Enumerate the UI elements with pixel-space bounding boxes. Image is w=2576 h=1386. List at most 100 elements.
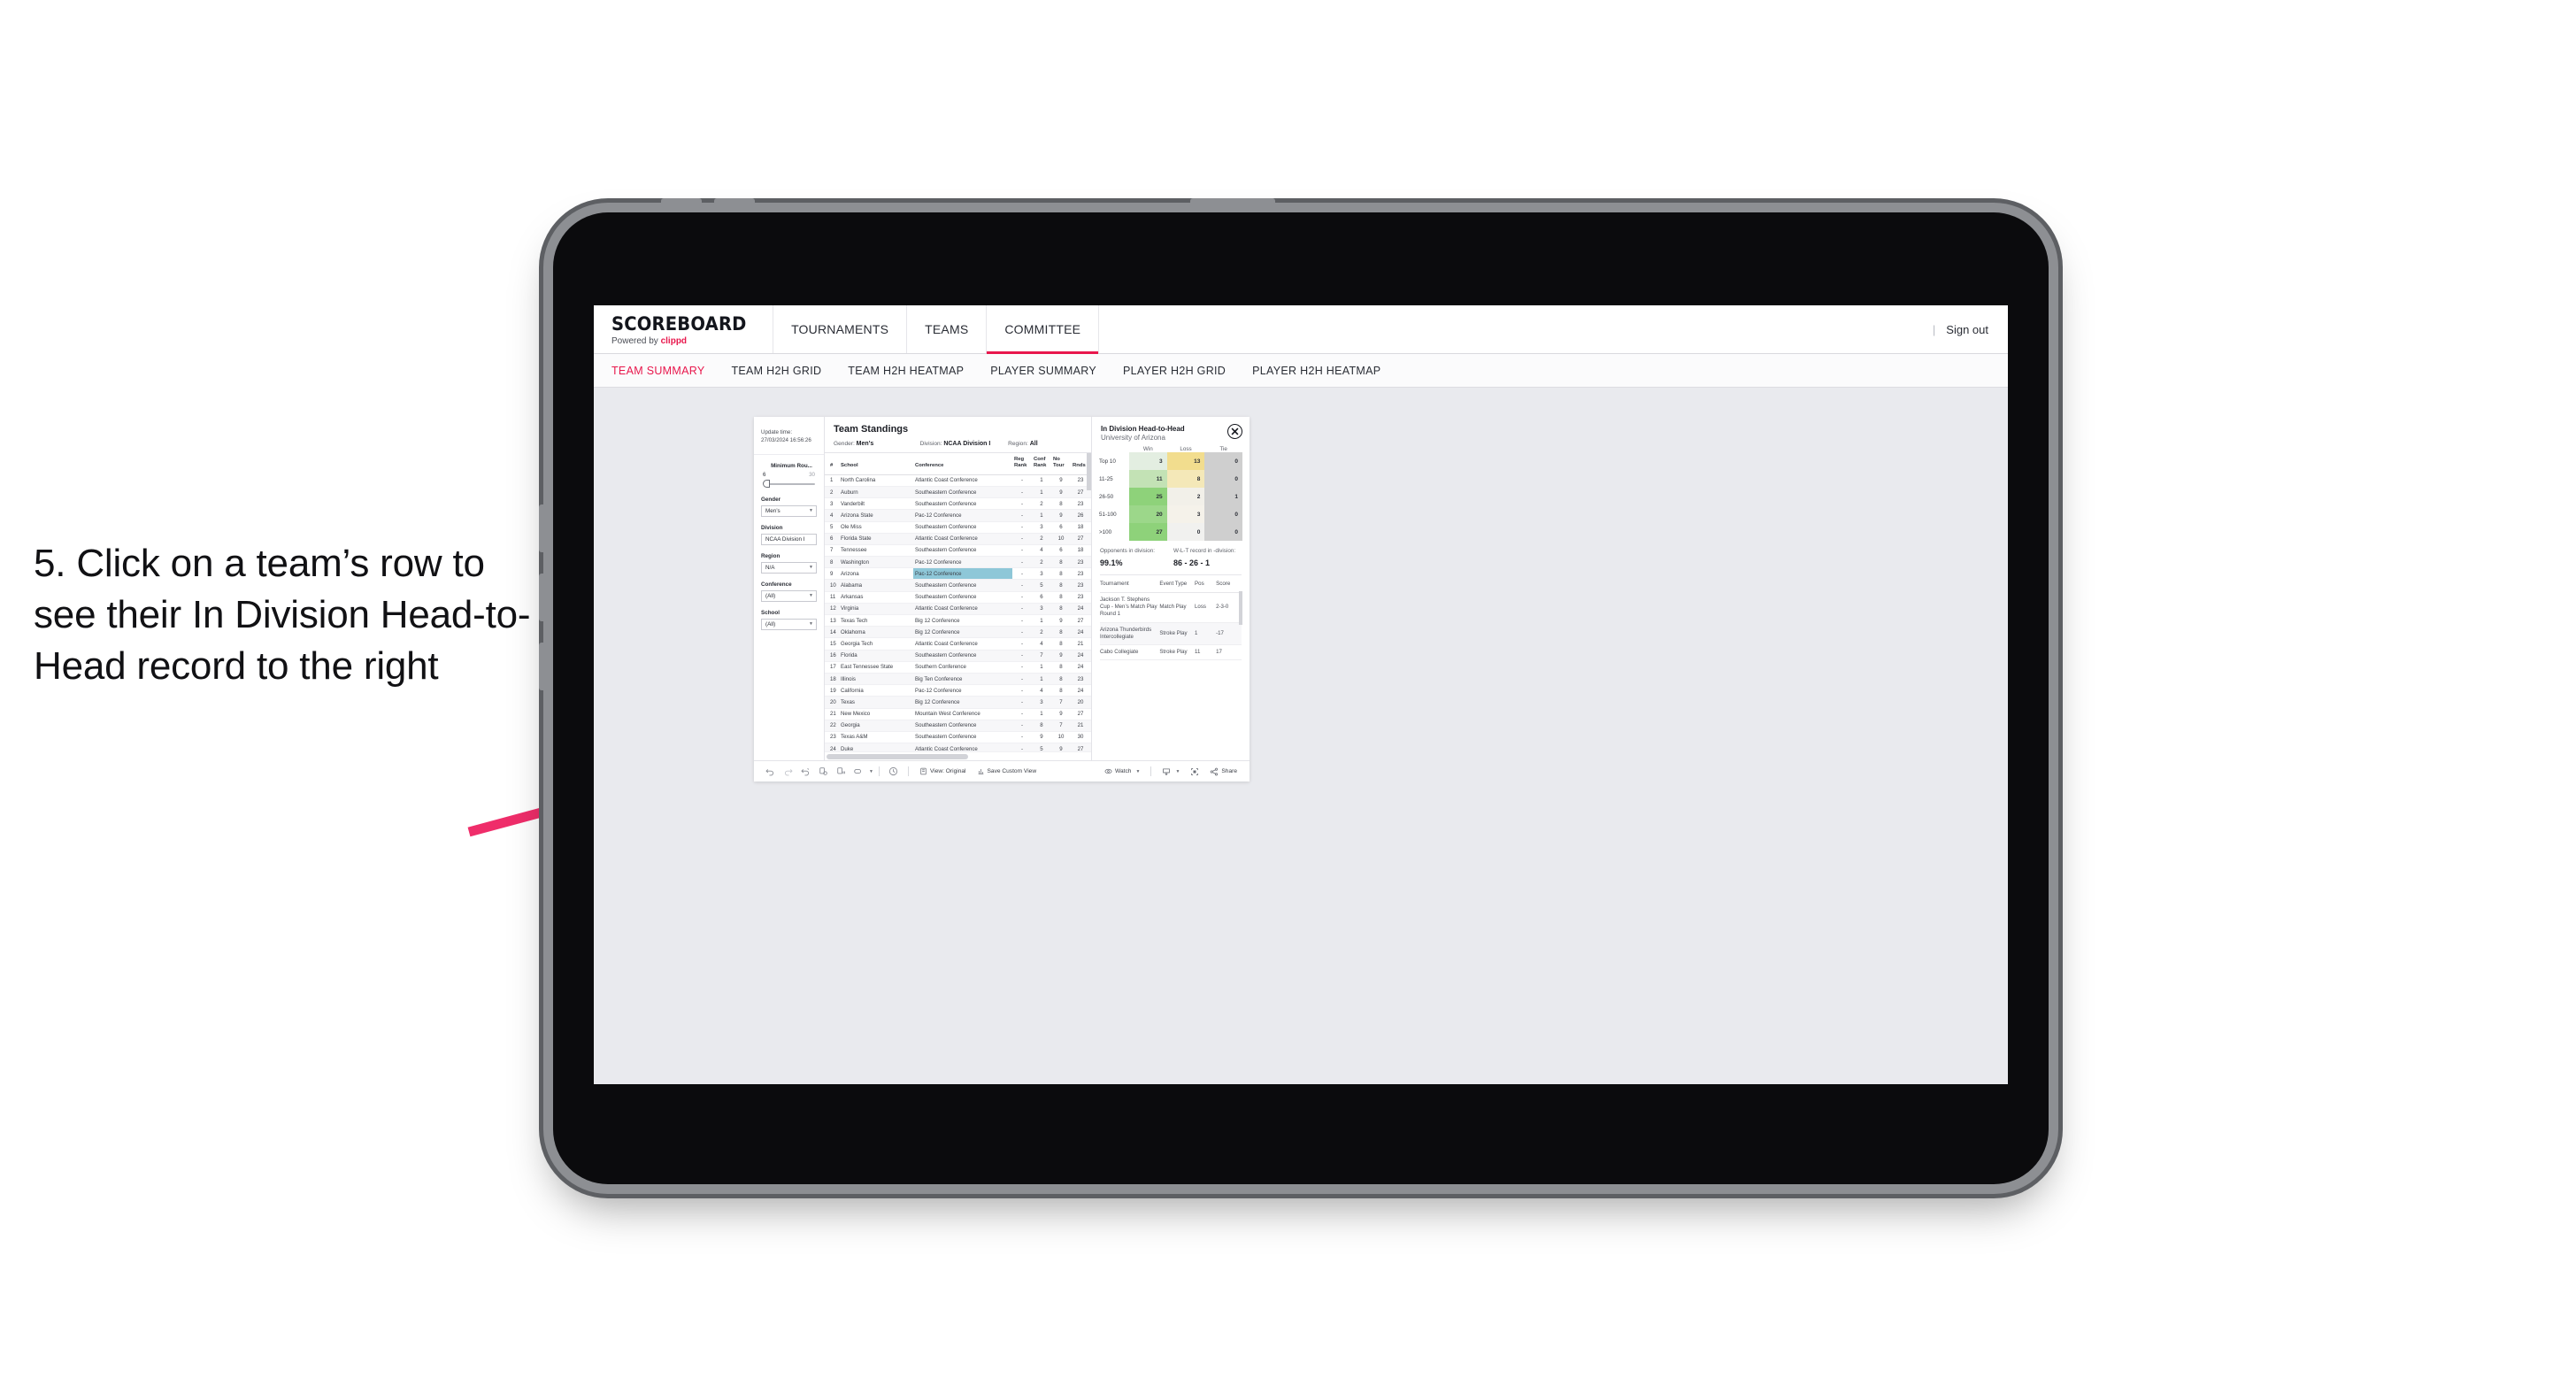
col-school[interactable]: School xyxy=(839,453,913,475)
table-row[interactable]: 4Arizona StatePac-12 Conference-19261 xyxy=(825,509,1091,522)
clock-icon[interactable] xyxy=(885,766,903,776)
table-row[interactable]: 21 New Mexico Mountain West Conference -1 9 2… xyxy=(825,708,1091,720)
tab-team-summary[interactable]: TEAM SUMMARY xyxy=(611,365,704,377)
gender-select[interactable]: Men’s ▼ xyxy=(761,504,817,517)
col-conf-rank[interactable]: Conf Rank xyxy=(1032,453,1051,475)
cell-conference: Southeastern Conference xyxy=(913,486,1012,499)
heatmap-cell-loss[interactable]: 13 xyxy=(1166,452,1205,470)
table-row[interactable]: 17 East Tennessee State Southern Conferenc… xyxy=(825,661,1091,674)
col-reg-rank[interactable]: Reg Rank xyxy=(1012,453,1032,475)
heatmap-cell-tie[interactable]: 0 xyxy=(1204,452,1243,470)
table-row[interactable]: 9ArizonaPac-12 Conference-38232 xyxy=(825,567,1091,581)
table-row[interactable]: 24DukeAtlantic Coast Conference-59271 xyxy=(825,743,1091,751)
region-select[interactable]: N/A ▼ xyxy=(761,561,817,574)
heatmap-cell-tie[interactable]: 0 xyxy=(1204,523,1243,541)
tab-player-h2h-grid[interactable]: PLAYER H2H GRID xyxy=(1123,365,1226,377)
heatmap-cell-win[interactable]: 11 xyxy=(1129,470,1167,488)
conference-select[interactable]: (All) ▼ xyxy=(761,589,817,602)
heatmap-cell-win[interactable]: 3 xyxy=(1129,452,1167,470)
heatmap-cell-loss[interactable]: 8 xyxy=(1166,470,1205,488)
table-row[interactable]: 6 Florida State Atlantic Coast Conference -… xyxy=(825,533,1091,545)
table-row[interactable]: 8WashingtonPac-12 Conference-28231 xyxy=(825,556,1091,569)
share-button[interactable]: Share xyxy=(1204,767,1242,776)
nav-item-tournaments[interactable]: TOURNAMENTS xyxy=(773,305,908,353)
standings-vertical-scrollbar[interactable] xyxy=(1087,453,1091,490)
tournament-row[interactable]: Cabo Collegiate Stroke Play 11 17 xyxy=(1100,644,1242,661)
table-row[interactable]: 23 Texas A&M Southeastern Conference -9 10 30… xyxy=(825,731,1091,744)
table-row[interactable]: 10AlabamaSoutheastern Conference-58233 xyxy=(825,579,1091,592)
standings-horizontal-scrollbar[interactable] xyxy=(825,751,1091,760)
heatmap-cell-tie[interactable]: 1 xyxy=(1204,488,1243,505)
watch-button[interactable]: Watch ▼ xyxy=(1099,767,1145,775)
sign-out-button[interactable]: Sign out xyxy=(1946,323,1988,336)
table-row[interactable]: 15 Georgia Tech Atlantic Coast Conference -… xyxy=(825,637,1091,651)
tournament-row[interactable]: Jackson T. Stephens Cup - Men’s Match Pl… xyxy=(1100,592,1242,623)
heatmap-cell-tie[interactable]: 0 xyxy=(1204,505,1243,523)
table-row[interactable]: 3VanderbiltSoutheastern Conference-28235 xyxy=(825,497,1091,511)
chevron-down-icon[interactable]: ▼ xyxy=(869,769,873,774)
download-button[interactable]: ▼ xyxy=(1157,767,1185,776)
table-row[interactable]: 18IllinoisBig Ten Conference-18233 xyxy=(825,673,1091,686)
table-row[interactable]: 16FloridaSoutheastern Conference-79244 xyxy=(825,650,1091,662)
heatmap-cell-loss[interactable]: 0 xyxy=(1166,523,1205,541)
undo-icon[interactable] xyxy=(761,766,779,776)
tab-team-h2h-grid[interactable]: TEAM H2H GRID xyxy=(731,365,821,377)
col-rank[interactable]: # xyxy=(825,453,839,475)
scrollbar-thumb[interactable] xyxy=(827,754,968,759)
revert-icon[interactable] xyxy=(796,766,814,776)
table-row[interactable]: 14OklahomaBig 12 Conference-28242 xyxy=(825,626,1091,639)
division-select[interactable]: NCAA Division I xyxy=(761,533,817,545)
minimum-rounds-slider[interactable] xyxy=(761,480,817,489)
stat-opponents-in-division: Opponents in division: 99.1% xyxy=(1100,548,1168,567)
slider-handle[interactable] xyxy=(763,480,770,489)
cell-wins: 2 xyxy=(1090,544,1091,558)
heatmap-cell-win[interactable]: 25 xyxy=(1129,488,1167,505)
table-row[interactable]: 7TennesseeSoutheastern Conference-46182 xyxy=(825,544,1091,558)
col-no-tour[interactable]: No Tour xyxy=(1051,453,1071,475)
table-row[interactable]: 13Texas TechBig 12 Conference-19272 xyxy=(825,614,1091,628)
school-select[interactable]: (All) ▼ xyxy=(761,618,817,630)
standings-scroll-area[interactable]: # School Conference Reg Rank Conf Rank N… xyxy=(825,453,1091,751)
minimum-rounds-label: Minimum Rou... xyxy=(771,462,812,469)
col-score[interactable]: Score xyxy=(1216,575,1242,593)
col-tournament[interactable]: Tournament xyxy=(1100,575,1160,593)
fullscreen-button[interactable] xyxy=(1185,767,1204,776)
cell-conference: Atlantic Coast Conference xyxy=(913,637,1012,651)
tab-team-h2h-heatmap[interactable]: TEAM H2H HEATMAP xyxy=(848,365,964,377)
table-row[interactable]: 19CaliforniaPac-12 Conference-48242 xyxy=(825,684,1091,697)
save-custom-view-button[interactable]: Save Custom View xyxy=(972,767,1042,775)
col-event-type[interactable]: Event Type xyxy=(1159,575,1196,593)
tournament-row[interactable]: Arizona Thunderbirds Intercollegiate Stro… xyxy=(1100,622,1242,646)
heatmap-cell-loss[interactable]: 3 xyxy=(1166,505,1205,523)
table-row[interactable]: 5Ole MissSoutheastern Conference-36181 xyxy=(825,521,1091,534)
table-row[interactable]: 1 North Carolina Atlantic Coast Conference… xyxy=(825,474,1091,487)
cell-rnds: 23 xyxy=(1071,567,1090,581)
gender-value: Men’s xyxy=(765,507,780,514)
table-row[interactable]: 22GeorgiaSoutheastern Conference-87211 xyxy=(825,720,1091,732)
brand-logo[interactable]: SCOREBOARD Powered by clippd xyxy=(594,305,774,353)
table-row[interactable]: 2AuburnSoutheastern Conference-19276 xyxy=(825,486,1091,499)
heatmap-cell-win[interactable]: 20 xyxy=(1129,505,1167,523)
view-original-button[interactable]: View: Original xyxy=(914,767,972,775)
cell-school: Duke xyxy=(839,743,913,751)
refresh-data-icon[interactable] xyxy=(814,766,832,776)
close-icon[interactable] xyxy=(1227,424,1242,439)
table-row[interactable]: 12 Virginia Atlantic Coast Conference -3 8 24… xyxy=(825,603,1091,616)
heatmap-cell-loss[interactable]: 2 xyxy=(1166,488,1205,505)
cell-school: Texas Tech xyxy=(839,614,913,628)
pause-updates-icon[interactable] xyxy=(832,766,850,776)
nav-item-teams[interactable]: TEAMS xyxy=(907,305,988,353)
table-row[interactable]: 20TexasBig 12 Conference-37200 xyxy=(825,696,1091,709)
tab-player-summary[interactable]: PLAYER SUMMARY xyxy=(990,365,1096,377)
tab-player-h2h-heatmap[interactable]: PLAYER H2H HEATMAP xyxy=(1252,365,1380,377)
tournaments-scrollbar[interactable] xyxy=(1239,591,1242,625)
heatmap-cell-tie[interactable]: 0 xyxy=(1204,470,1243,488)
nav-item-committee[interactable]: COMMITTEE xyxy=(987,305,1100,354)
table-row[interactable]: 11ArkansasSoutheastern Conference-68232 xyxy=(825,591,1091,604)
heatmap-cell-win[interactable]: 27 xyxy=(1129,523,1167,541)
custom-view-icon[interactable] xyxy=(850,766,867,776)
col-pos[interactable]: Pos xyxy=(1195,575,1217,593)
redo-icon[interactable] xyxy=(779,766,796,776)
cell-no-tour: 9 xyxy=(1051,474,1071,487)
col-conference[interactable]: Conference xyxy=(913,453,1012,475)
